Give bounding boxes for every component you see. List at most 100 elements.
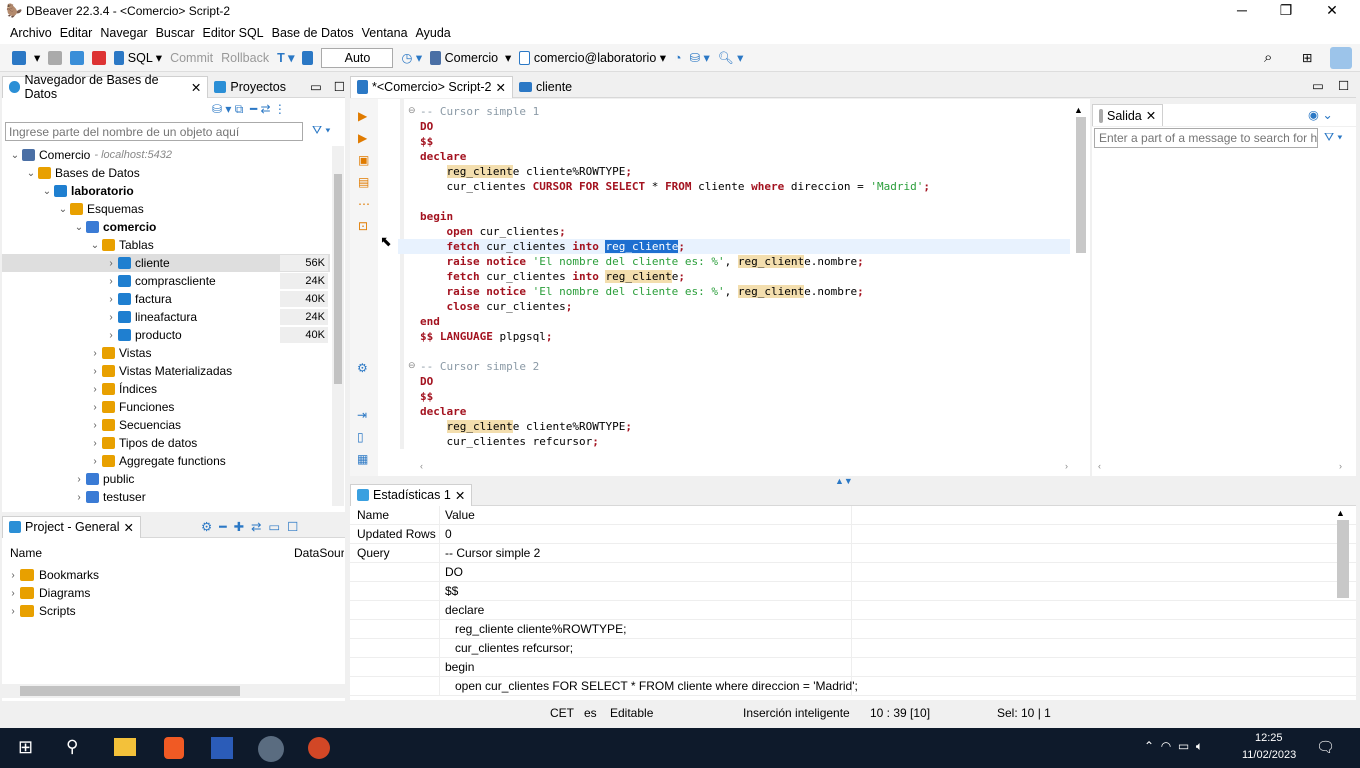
code-line[interactable]: end <box>420 314 1070 329</box>
editor-hscrollbar[interactable]: ‹ › <box>420 461 1068 473</box>
tray-icons[interactable]: ⌃ ◠ ▭ 🔈︎ <box>1144 739 1203 754</box>
export-icons[interactable]: ⇥ ▯ ▦ <box>357 404 368 470</box>
fold-icon[interactable]: ⊖ <box>408 360 416 371</box>
table-row[interactable]: reg_cliente cliente%ROWTYPE; <box>350 619 1356 639</box>
table-row[interactable]: cur_clientes refcursor; <box>350 638 1356 658</box>
navigator-filter-input[interactable] <box>5 122 303 141</box>
clock-time[interactable]: 12:25 <box>1255 732 1283 744</box>
code-line[interactable]: $$ <box>420 389 1070 404</box>
tree-item[interactable]: ⌄ Esquemas <box>2 200 330 218</box>
chevron-down-icon[interactable]: ⌄ <box>8 150 22 161</box>
navigator-scrollbar[interactable] <box>332 146 344 506</box>
dbeaver-taskbar-icon[interactable] <box>258 736 284 762</box>
minimize-button[interactable]: ─ <box>1232 2 1252 18</box>
chevron-right-icon[interactable]: › <box>88 456 102 467</box>
filter-icon[interactable]: ⛛ ▾ <box>312 123 330 138</box>
code-line[interactable] <box>420 194 1070 209</box>
chevron-down-icon[interactable]: ⌄ <box>56 204 70 215</box>
menu-editor-sql[interactable]: Editor SQL <box>203 26 264 40</box>
tools-icon[interactable]: ⛁ ▾ <box>690 50 710 65</box>
word-icon[interactable] <box>211 737 233 759</box>
disconnect-icon[interactable] <box>48 50 63 65</box>
sql-editor[interactable]: ▶ ▶ ▣ ▤ ⋯ ⊡ ⚙ ⇥ ▯ ▦ -- Cursor simple 1 DO $$ decla… <box>350 99 1090 476</box>
code-line[interactable]: begin <box>420 209 1070 224</box>
tree-item[interactable]: ⌄ Comercio - localhost:5432 <box>2 146 330 164</box>
code-line[interactable]: DO <box>420 374 1070 389</box>
dbeaver-perspective-icon[interactable] <box>1330 47 1352 69</box>
chevron-right-icon[interactable]: › <box>104 258 118 269</box>
tree-item[interactable]: › Índices <box>2 380 330 398</box>
code-line[interactable]: $$ <box>420 134 1070 149</box>
chevron-right-icon[interactable]: › <box>88 420 102 431</box>
close-icon[interactable]: ✕ <box>455 488 465 503</box>
close-icon[interactable]: ✕ <box>191 80 201 95</box>
disconnect-all-icon[interactable] <box>92 50 107 65</box>
code-line[interactable]: reg_cliente cliente%ROWTYPE; <box>420 164 1070 179</box>
menu-editar[interactable]: Editar <box>60 26 93 40</box>
search-icon[interactable]: ⚲ <box>66 737 78 757</box>
table-row[interactable]: declare <box>350 600 1356 620</box>
chevron-right-icon[interactable]: › <box>6 606 20 617</box>
project-item[interactable]: › Scripts <box>6 602 99 620</box>
chevron-right-icon[interactable]: › <box>88 384 102 395</box>
datasource-selector[interactable]: Comercio ▾ <box>430 50 511 66</box>
filter-icon[interactable]: ⛛ ▾ <box>1324 130 1342 145</box>
code-line[interactable]: DO <box>420 119 1070 134</box>
tab-database-navigator[interactable]: Navegador de Bases de Datos ✕ <box>2 73 209 101</box>
tree-item[interactable]: › Funciones <box>2 398 330 416</box>
tree-item[interactable]: › testuser <box>2 488 330 506</box>
tree-item[interactable]: › public <box>2 470 330 488</box>
tab-cliente[interactable]: cliente <box>513 76 578 98</box>
schema-selector[interactable]: comercio@laboratorio ▾ <box>519 50 666 66</box>
chevron-right-icon[interactable]: › <box>6 570 20 581</box>
tree-item[interactable]: › Tipos de datos <box>2 434 330 452</box>
reconnect-icon[interactable] <box>70 50 85 65</box>
fold-icon[interactable]: ⊖ <box>408 105 416 116</box>
table-row[interactable]: Query -- Cursor simple 2 <box>350 543 1356 563</box>
windows-start-icon[interactable]: ⊞ <box>18 737 33 758</box>
code-line[interactable]: open cur_clientes; <box>420 224 1070 239</box>
chevron-right-icon[interactable]: › <box>88 438 102 449</box>
tree-item[interactable]: › cliente 56K <box>2 254 330 272</box>
chevron-right-icon[interactable]: › <box>88 366 102 377</box>
new-connection-icon[interactable] <box>12 50 26 65</box>
commit-button[interactable]: Commit <box>170 51 213 65</box>
tree-item[interactable]: ⌄ laboratorio <box>2 182 330 200</box>
chevron-right-icon[interactable]: › <box>104 312 118 323</box>
code-line[interactable]: -- Cursor simple 2 <box>420 359 1070 374</box>
rollback-button[interactable]: Rollback <box>221 51 269 65</box>
code-area[interactable]: -- Cursor simple 1 DO $$ declare reg_client… <box>398 104 1070 449</box>
project-actions[interactable]: ⚙ ━ ✚ ⇄ ▭ ☐ <box>201 519 298 534</box>
output-search-input[interactable] <box>1094 128 1318 148</box>
chevron-right-icon[interactable]: › <box>72 474 86 485</box>
tree-item[interactable]: › factura 40K <box>2 290 330 308</box>
eye-icon[interactable]: ◉ ⌄ <box>1308 107 1333 122</box>
brave-browser-icon[interactable] <box>164 737 184 759</box>
tree-item[interactable]: › Secuencias <box>2 416 330 434</box>
chevron-down-icon[interactable]: ⌄ <box>72 222 86 233</box>
sql-editor-button[interactable]: SQL ▾ <box>114 50 162 66</box>
tree-item[interactable]: ⌄ comercio <box>2 218 330 236</box>
editor-vscrollbar[interactable]: ▲ <box>1074 105 1088 455</box>
results-vscrollbar[interactable]: ▲ <box>1336 508 1350 698</box>
search-tool-icon[interactable]: 🔍︎ ▾ <box>718 50 744 66</box>
table-row[interactable]: $$ <box>350 581 1356 601</box>
maximize-icon[interactable]: ☐ <box>334 79 345 94</box>
code-line[interactable]: fetch cur_clientes into reg_cliente; <box>420 269 1070 284</box>
close-icon[interactable]: ✕ <box>496 80 506 95</box>
close-button[interactable]: ✕ <box>1322 2 1342 19</box>
tree-item[interactable]: › producto 40K <box>2 326 330 344</box>
table-row[interactable]: begin <box>350 657 1356 677</box>
file-explorer-icon[interactable] <box>114 738 136 756</box>
minimize-icon[interactable]: ▭ <box>1312 78 1324 93</box>
project-hscrollbar[interactable] <box>2 684 345 698</box>
menu-ayuda[interactable]: Ayuda <box>416 26 451 40</box>
clock-date[interactable]: 11/02/2023 <box>1242 749 1296 761</box>
tree-item[interactable]: › lineafactura 24K <box>2 308 330 326</box>
output-hscrollbar[interactable]: ‹ › <box>1098 461 1342 471</box>
chevron-down-icon[interactable]: ⌄ <box>24 168 38 179</box>
tree-item[interactable]: › Aggregate functions <box>2 452 330 470</box>
tab-project-general[interactable]: Project - General ✕ <box>2 515 141 538</box>
tab-projects[interactable]: Proyectos <box>208 76 292 98</box>
close-icon[interactable]: ✕ <box>123 520 133 535</box>
